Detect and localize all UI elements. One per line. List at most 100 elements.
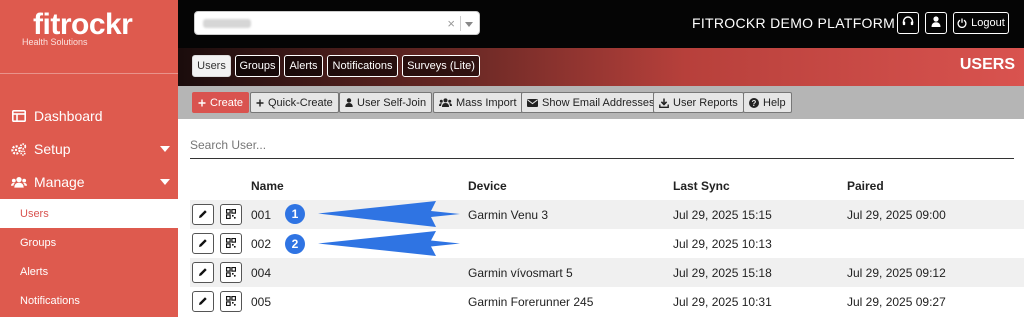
select-separator <box>460 16 461 31</box>
user-reports-button[interactable]: User Reports <box>653 92 744 113</box>
tab-bar: Users Groups Alerts Notifications Survey… <box>178 48 1024 86</box>
clear-icon[interactable]: × <box>447 16 455 31</box>
headset-icon <box>902 16 914 30</box>
chevron-down-icon <box>160 179 170 185</box>
qr-code-icon <box>225 206 237 224</box>
pencil-icon <box>198 264 208 282</box>
support-button[interactable] <box>897 12 919 34</box>
chevron-down-icon[interactable] <box>465 22 473 27</box>
sidebar-divider <box>0 73 178 74</box>
table-row: 002 Jul 29, 2025 10:13 <box>190 229 1024 258</box>
logout-label: Logout <box>971 17 1005 29</box>
sidebar-subitem-groups[interactable]: Groups <box>0 228 178 257</box>
quick-create-button[interactable]: Quick-Create <box>250 92 339 113</box>
brand-tagline: Health Solutions <box>22 37 88 47</box>
tab-alerts[interactable]: Alerts <box>284 55 323 77</box>
user-icon <box>931 16 941 30</box>
users-panel: Search User... Name Device Last Sync Pai… <box>178 119 1024 317</box>
mass-import-button[interactable]: Mass Import <box>433 92 523 113</box>
tab-surveys[interactable]: Surveys (Lite) <box>402 55 480 77</box>
annotation-badge-1: 1 <box>285 204 305 224</box>
qr-code-button[interactable] <box>220 233 242 254</box>
cell-device: Garmin vívosmart 5 <box>468 266 573 280</box>
dashboard-icon <box>11 110 27 122</box>
column-header-paired[interactable]: Paired <box>847 179 884 193</box>
cell-name: 004 <box>251 266 272 280</box>
cell-name: 001 <box>251 208 272 222</box>
table-row: 001 Garmin Venu 3 Jul 29, 2025 15:15 Jul… <box>190 200 1024 229</box>
column-header-name[interactable]: Name <box>251 179 284 193</box>
help-button[interactable]: ? Help <box>743 92 792 113</box>
qr-code-icon <box>225 264 237 282</box>
qr-code-button[interactable] <box>220 204 242 225</box>
annotation-badge-2: 2 <box>285 234 305 254</box>
envelope-icon <box>527 98 538 107</box>
question-circle-icon: ? <box>749 97 759 108</box>
svg-text:?: ? <box>752 99 757 108</box>
users-icon <box>439 98 452 107</box>
qr-code-icon <box>225 235 237 253</box>
tab-groups[interactable]: Groups <box>235 55 280 77</box>
cell-paired: Jul 29, 2025 09:00 <box>847 208 946 222</box>
help-label: Help <box>763 96 786 109</box>
show-email-addresses-button[interactable]: Show Email Addresses <box>521 92 661 113</box>
create-label: Create <box>210 96 244 109</box>
tab-users[interactable]: Users <box>192 55 231 77</box>
sidebar-subitem-users[interactable]: Users <box>0 199 178 228</box>
sidebar-item-manage[interactable]: Manage <box>0 167 178 197</box>
cell-device: Garmin Forerunner 245 <box>468 295 594 309</box>
user-reports-label: User Reports <box>673 96 738 109</box>
search-input[interactable]: Search User... <box>190 133 1014 159</box>
table-row: 005 Garmin Forerunner 245 Jul 29, 2025 1… <box>190 287 1024 316</box>
cogs-icon <box>11 142 27 156</box>
edit-button[interactable] <box>192 291 214 312</box>
user-self-join-label: User Self-Join <box>357 96 427 109</box>
edit-button[interactable] <box>192 233 214 254</box>
edit-button[interactable] <box>192 204 214 225</box>
pencil-icon <box>198 235 208 253</box>
download-icon <box>659 98 669 108</box>
plus-icon <box>198 99 206 107</box>
tenant-value-redacted <box>203 19 251 28</box>
top-bar: × FITROCKR DEMO PLATFORM Logout <box>178 0 1024 48</box>
sidebar-subitem-label: Alerts <box>20 265 49 278</box>
sidebar-subitem-alerts[interactable]: Alerts <box>0 257 178 286</box>
users-icon <box>11 176 27 188</box>
pencil-icon <box>198 293 208 311</box>
sidebar: fitrockr Health Solutions Dashboard Setu… <box>0 0 178 317</box>
sidebar-item-label: Setup <box>34 141 71 157</box>
tab-notifications[interactable]: Notifications <box>327 55 398 77</box>
section-title: USERS <box>959 56 1015 73</box>
tenant-select[interactable]: × <box>194 11 480 35</box>
show-email-label: Show Email Addresses <box>542 96 655 109</box>
chevron-down-icon <box>160 146 170 152</box>
sidebar-subitem-notifications[interactable]: Notifications <box>0 286 178 315</box>
sidebar-item-dashboard[interactable]: Dashboard <box>0 101 178 131</box>
sidebar-subitem-label: Groups <box>20 236 57 249</box>
sidebar-subitem-label: Notifications <box>20 294 80 307</box>
logout-button[interactable]: Logout <box>953 12 1009 34</box>
table-row: 004 Garmin vívosmart 5 Jul 29, 2025 15:1… <box>190 258 1024 287</box>
column-header-device[interactable]: Device <box>468 179 507 193</box>
sidebar-subitem-label: Users <box>20 207 49 220</box>
cell-last-sync: Jul 29, 2025 15:18 <box>673 266 772 280</box>
qr-code-button[interactable] <box>220 291 242 312</box>
sidebar-item-setup[interactable]: Setup <box>0 134 178 164</box>
user-self-join-button[interactable]: User Self-Join <box>339 92 433 113</box>
user-icon <box>345 98 353 107</box>
sidebar-item-label: Dashboard <box>34 108 103 124</box>
action-toolbar: Create Quick-Create User Self-Join Mass … <box>178 86 1024 119</box>
cell-last-sync: Jul 29, 2025 15:15 <box>673 208 772 222</box>
plus-icon <box>256 99 264 107</box>
pencil-icon <box>198 206 208 224</box>
power-icon <box>957 18 967 28</box>
cell-name: 002 <box>251 237 272 251</box>
qr-code-button[interactable] <box>220 262 242 283</box>
create-button[interactable]: Create <box>192 92 250 113</box>
column-header-last-sync[interactable]: Last Sync <box>673 179 730 193</box>
cell-last-sync: Jul 29, 2025 10:31 <box>673 295 772 309</box>
edit-button[interactable] <box>192 262 214 283</box>
cell-paired: Jul 29, 2025 09:12 <box>847 266 946 280</box>
profile-button[interactable] <box>925 12 947 34</box>
platform-title: FITROCKR DEMO PLATFORM <box>692 15 896 31</box>
